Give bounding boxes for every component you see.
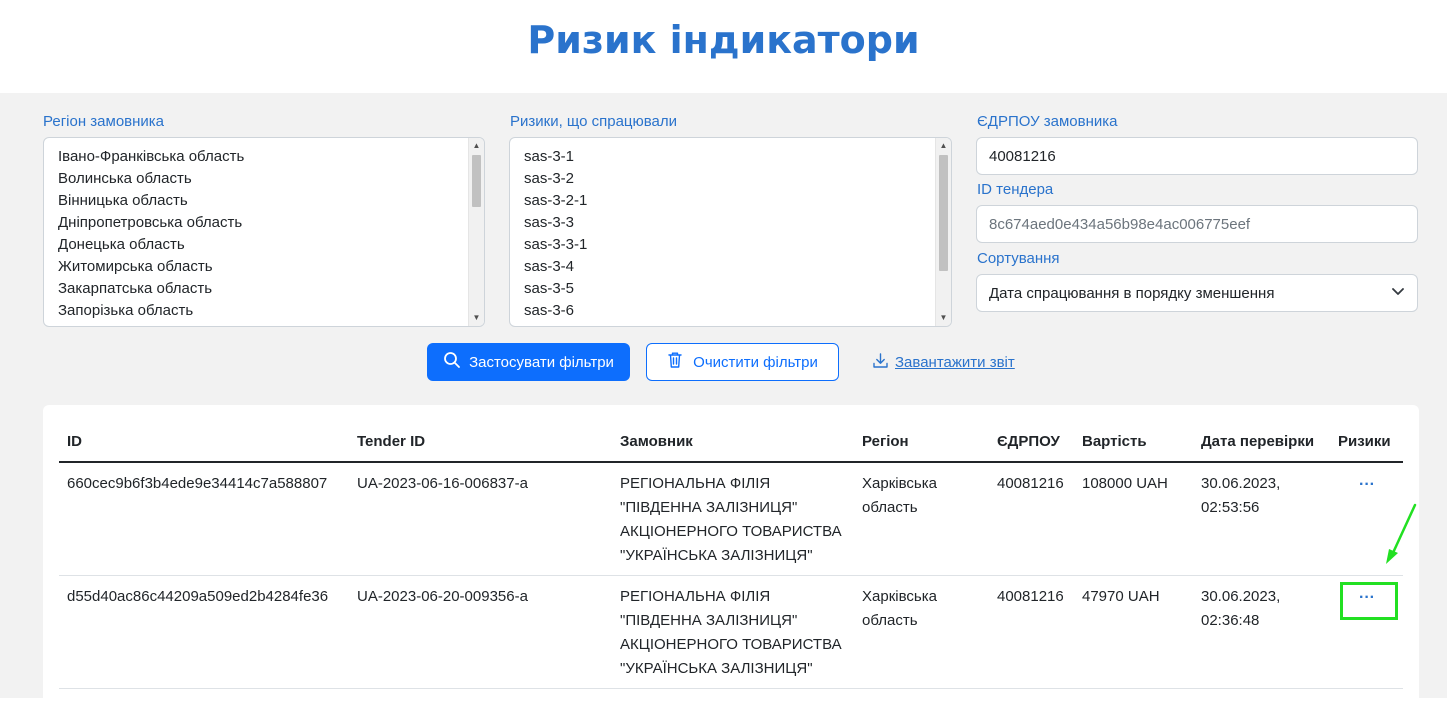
download-report-link[interactable]: Завантажити звіт (872, 352, 1015, 372)
column-header-check-date: Дата перевірки (1201, 433, 1315, 450)
cell-id: d55d40ac86c44209a509ed2b4284fe36 (67, 588, 329, 605)
time-line: 02:53:56 (1201, 499, 1260, 516)
apply-filters-button[interactable]: Застосувати фільтри (427, 343, 630, 381)
column-header-cost: Вартість (1082, 433, 1147, 450)
download-icon (872, 352, 889, 373)
scroll-up-icon[interactable]: ▲ (469, 138, 484, 154)
risks-more-button[interactable]: ··· (1352, 477, 1382, 493)
region-option[interactable]: Івано-Франківська область (58, 146, 484, 168)
risks-filter-label: Ризики, що спрацювали (510, 113, 678, 130)
region-option[interactable]: Донецька область (58, 234, 484, 256)
cell-cost: 108000 UAH (1082, 475, 1168, 492)
risk-option[interactable]: sas-3-3 (524, 212, 951, 234)
sort-select[interactable]: Дата спрацювання в порядку зменшення (976, 274, 1418, 312)
region-option[interactable]: Закарпатська область (58, 278, 484, 300)
cell-tender-id: UA-2023-06-20-009356-a (357, 588, 528, 605)
customer-line: "УКРАЇНСЬКА ЗАЛІЗНИЦЯ" (620, 660, 813, 677)
scroll-up-icon[interactable]: ▲ (936, 138, 951, 154)
page-title: Ризик індикатори (527, 18, 920, 62)
region-scroll-thumb[interactable] (472, 155, 481, 207)
cell-edrpou: 40081216 (997, 475, 1064, 492)
cell-edrpou: 40081216 (997, 588, 1064, 605)
column-header-tender-id: Tender ID (357, 433, 426, 450)
row-divider (59, 688, 1403, 689)
region-option[interactable]: Запорізька область (58, 300, 484, 322)
customer-line: "ПІВДЕННА ЗАЛІЗНИЦЯ" (620, 612, 798, 629)
edrpou-input[interactable]: 40081216 (976, 137, 1418, 175)
chevron-down-icon (1391, 284, 1405, 302)
arrow-icon (1386, 503, 1417, 564)
edrpou-label: ЄДРПОУ замовника (977, 113, 1118, 130)
date-line: 30.06.2023, (1201, 588, 1281, 605)
apply-filters-label: Застосувати фільтри (469, 353, 614, 371)
time-line: 02:36:48 (1201, 612, 1260, 629)
region-line: область (862, 612, 918, 629)
region-listbox[interactable]: Івано-Франківська область Волинська обла… (43, 137, 485, 327)
customer-line: "УКРАЇНСЬКА ЗАЛІЗНИЦЯ" (620, 547, 813, 564)
risks-scroll-thumb[interactable] (939, 155, 948, 271)
risk-option[interactable]: sas-3-1 (524, 146, 951, 168)
region-scrollbar[interactable]: ▲ ▼ (468, 138, 484, 326)
cell-customer: РЕГІОНАЛЬНА ФІЛІЯ "ПІВДЕННА ЗАЛІЗНИЦЯ" А… (620, 472, 842, 568)
highlight-box (1340, 582, 1398, 620)
risk-option[interactable]: sas-3-5 (524, 278, 951, 300)
region-option[interactable]: Житомирська область (58, 256, 484, 278)
trash-icon (667, 351, 683, 373)
column-header-region: Регіон (862, 433, 909, 450)
cell-tender-id: UA-2023-06-16-006837-a (357, 475, 528, 492)
cell-check-date: 30.06.2023, 02:53:56 (1201, 472, 1280, 520)
header-divider (59, 461, 1403, 463)
customer-line: АКЦІОНЕРНОГО ТОВАРИСТВА (620, 636, 842, 653)
cell-cost: 47970 UAH (1082, 588, 1160, 605)
column-header-customer: Замовник (620, 433, 693, 450)
risk-option[interactable]: sas-3-2 (524, 168, 951, 190)
cell-id: 660cec9b6f3b4ede9e34414c7a588807 (67, 475, 328, 492)
risk-option[interactable]: sas-3-6 (524, 300, 951, 322)
customer-line: РЕГІОНАЛЬНА ФІЛІЯ (620, 588, 771, 605)
tender-id-label: ID тендера (977, 181, 1054, 198)
column-header-edrpou: ЄДРПОУ (997, 433, 1060, 450)
row-divider (59, 575, 1403, 576)
cell-region: Харківська область (862, 585, 937, 633)
clear-filters-label: Очистити фільтри (693, 353, 818, 371)
region-filter-label: Регіон замовника (43, 113, 165, 130)
risk-option[interactable]: sas-3-3-1 (524, 234, 951, 256)
scroll-down-icon[interactable]: ▼ (936, 310, 951, 326)
region-line: Харківська (862, 588, 937, 605)
customer-line: АКЦІОНЕРНОГО ТОВАРИСТВА (620, 523, 842, 540)
scroll-down-icon[interactable]: ▼ (469, 310, 484, 326)
region-option[interactable]: Вінницька область (58, 190, 484, 212)
column-header-risks: Ризики (1338, 433, 1391, 450)
cell-region: Харківська область (862, 472, 937, 520)
risk-option[interactable]: sas-3-2-1 (524, 190, 951, 212)
cell-check-date: 30.06.2023, 02:36:48 (1201, 585, 1280, 633)
risk-option[interactable]: sas-3-4 (524, 256, 951, 278)
clear-filters-button[interactable]: Очистити фільтри (646, 343, 839, 381)
region-option[interactable]: Дніпропетровська область (58, 212, 484, 234)
search-icon (443, 351, 461, 373)
sort-label: Сортування (977, 250, 1060, 267)
tender-id-input[interactable] (976, 205, 1418, 243)
date-line: 30.06.2023, (1201, 475, 1281, 492)
risks-listbox[interactable]: sas-3-1 sas-3-2 sas-3-2-1 sas-3-3 sas-3-… (509, 137, 952, 327)
customer-line: "ПІВДЕННА ЗАЛІЗНИЦЯ" (620, 499, 798, 516)
cell-customer: РЕГІОНАЛЬНА ФІЛІЯ "ПІВДЕННА ЗАЛІЗНИЦЯ" А… (620, 585, 842, 681)
region-line: Харківська (862, 475, 937, 492)
sort-selected-value: Дата спрацювання в порядку зменшення (989, 284, 1275, 302)
region-option[interactable]: Волинська область (58, 168, 484, 190)
region-line: область (862, 499, 918, 516)
risks-scrollbar[interactable]: ▲ ▼ (935, 138, 951, 326)
column-header-id: ID (67, 433, 82, 450)
customer-line: РЕГІОНАЛЬНА ФІЛІЯ (620, 475, 771, 492)
download-report-label: Завантажити звіт (895, 353, 1015, 371)
